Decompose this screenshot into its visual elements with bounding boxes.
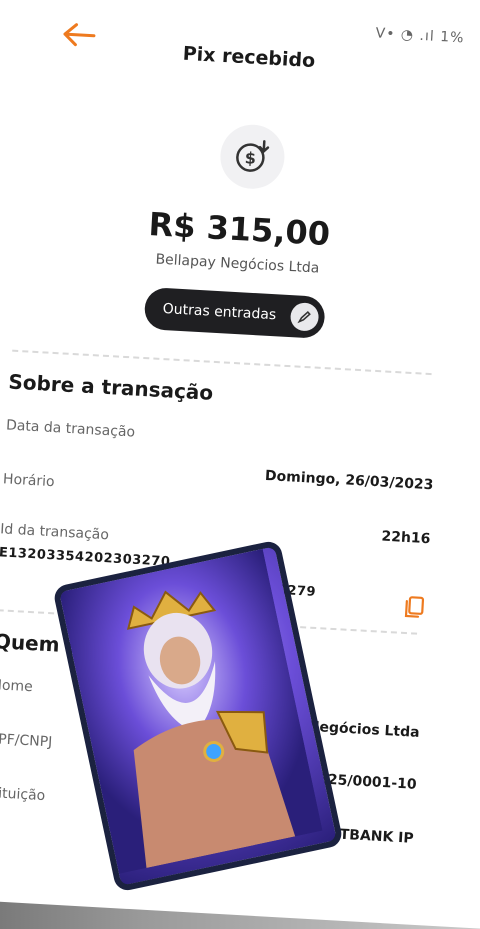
category-chip-label: Outras entradas	[162, 300, 277, 324]
status-bar: V• ◔ .ıl 1%	[375, 25, 465, 47]
edit-icon[interactable]	[289, 302, 320, 332]
transaction-section-title: Sobre a transação	[7, 369, 214, 405]
name-label: Nome	[0, 677, 34, 696]
time-label: Horário	[2, 471, 56, 491]
institution-label: stituição	[0, 784, 46, 805]
transaction-id-start: E13203354202303270	[0, 545, 171, 570]
category-chip[interactable]: Outras entradas	[143, 286, 326, 339]
document-label: CPF/CNPJ	[0, 730, 53, 751]
time-value: 22h16	[381, 528, 431, 548]
date-label: Data da transação	[5, 417, 136, 441]
name-value: Negócios Ltda	[307, 718, 420, 741]
date-value: Domingo, 26/03/2023	[264, 467, 434, 494]
divider	[12, 349, 432, 376]
copy-icon[interactable]	[402, 594, 428, 625]
document-value: 625/0001-10	[317, 771, 418, 793]
money-in-icon: $	[218, 122, 287, 191]
svg-text:$: $	[244, 148, 256, 168]
id-label: Id da transação	[0, 521, 110, 544]
